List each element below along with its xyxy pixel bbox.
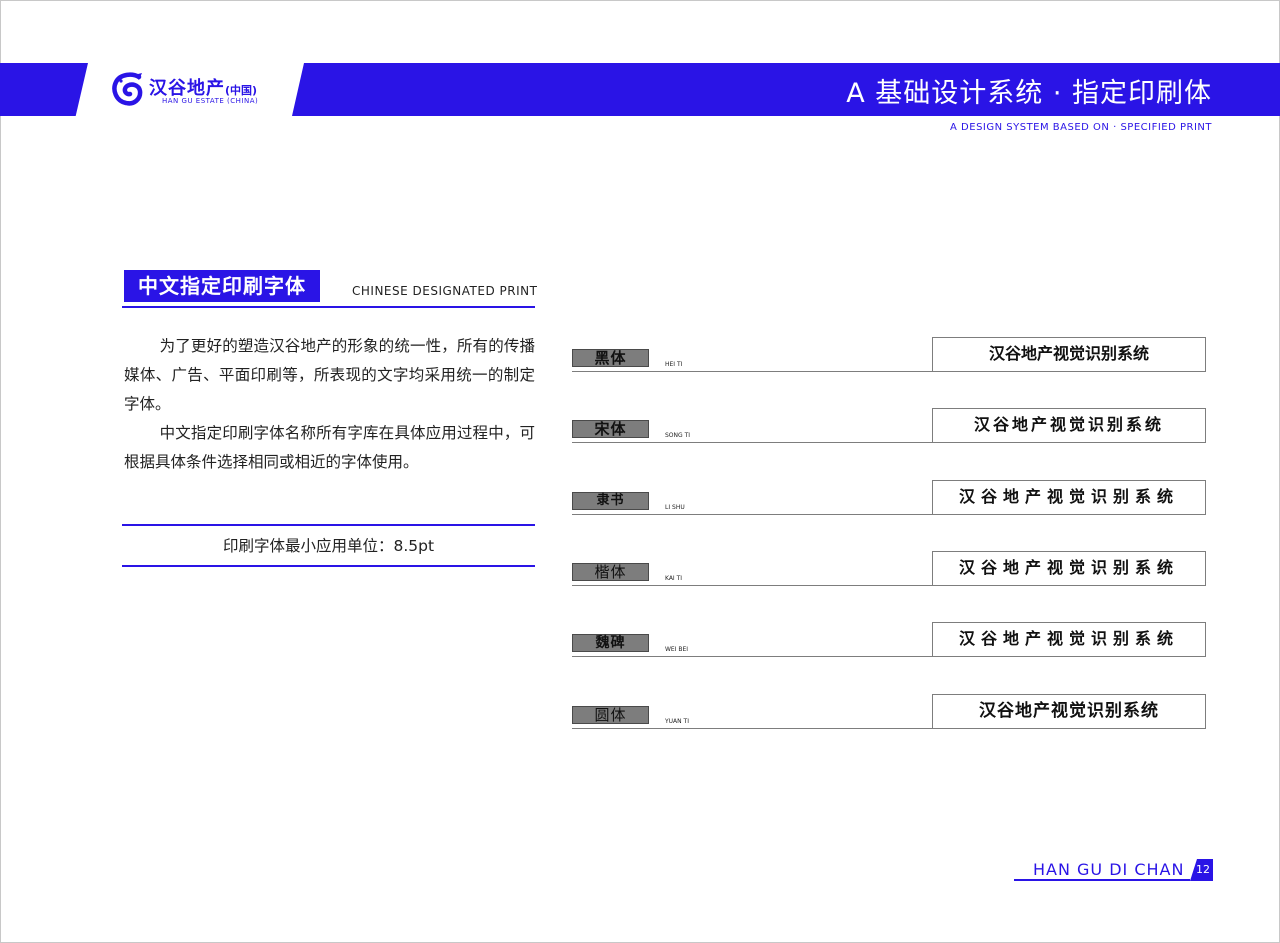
font-name-tag: 隶书 [572, 492, 649, 510]
font-sample: 汉谷地产视觉识别系统 [932, 480, 1206, 515]
body-text: 为了更好的塑造汉谷地产的形象的统一性，所有的传播媒体、广告、平面印刷等，所表现的… [124, 332, 535, 477]
footer-brand: HAN GU DI CHAN [1033, 860, 1185, 879]
font-name-en: KAI TI [665, 575, 683, 582]
font-row-heiti: 黑体 HEI TI 汉谷地产视觉识别系统 [572, 337, 1206, 373]
brand-name-cn-suffix: (中国) [225, 84, 258, 97]
font-sample: 汉谷地产视觉识别系统 [932, 408, 1206, 443]
brand-logo: 汉谷地产(中国) HAN GU ESTATE (CHINA) [112, 72, 292, 108]
min-unit-rule-top [122, 524, 535, 526]
section-label: 中文指定印刷字体 [124, 270, 320, 302]
font-name-tag: 圆体 [572, 706, 649, 724]
font-name-tag: 楷体 [572, 563, 649, 581]
font-name-tag: 宋体 [572, 420, 649, 438]
font-sample: 汉谷地产视觉识别系统 [932, 551, 1206, 586]
font-name-en: HEI TI [665, 361, 683, 368]
header-band-left [0, 63, 88, 116]
font-name-en: YUAN TI [665, 718, 689, 725]
dragon-logo-icon [112, 72, 143, 106]
font-row-yuanti: 圆体 YUAN TI 汉谷地产视觉识别系统 [572, 694, 1206, 730]
section-label-en: CHINESE DESIGNATED PRINT [352, 284, 538, 298]
font-name-tag: 魏碑 [572, 634, 649, 652]
section-divider [122, 306, 535, 308]
font-sample: 汉谷地产视觉识别系统 [932, 337, 1206, 372]
footer-rule [1014, 879, 1190, 881]
brand-name-en: HAN GU ESTATE (CHINA) [162, 97, 259, 105]
body-paragraph-1: 为了更好的塑造汉谷地产的形象的统一性，所有的传播媒体、广告、平面印刷等，所表现的… [124, 337, 535, 413]
body-paragraph-2: 中文指定印刷字体名称所有字库在具体应用过程中，可根据具体条件选择相同或相近的字体… [124, 424, 535, 471]
font-sample: 汉谷地产视觉识别系统 [932, 694, 1206, 729]
font-name-en: WEI BEI [665, 646, 689, 653]
font-name-en: SONG TI [665, 432, 691, 439]
font-row-lishu: 隶书 LI SHU 汉谷地产视觉识别系统 [572, 480, 1206, 516]
font-row-weibei: 魏碑 WEI BEI 汉谷地产视觉识别系统 [572, 622, 1206, 658]
font-row-kaiti: 楷体 KAI TI 汉谷地产视觉识别系统 [572, 551, 1206, 587]
min-unit-rule-bottom [122, 565, 535, 567]
page-title: A 基础设计系统 · 指定印刷体 [846, 78, 1212, 109]
font-sample: 汉谷地产视觉识别系统 [932, 622, 1206, 657]
page-subtitle: A DESIGN SYSTEM BASED ON · SPECIFIED PRI… [950, 122, 1212, 133]
font-name-en: LI SHU [665, 504, 685, 511]
min-unit-note: 印刷字体最小应用单位：8.5pt [222, 537, 435, 555]
font-row-songti: 宋体 SONG TI 汉谷地产视觉识别系统 [572, 408, 1206, 444]
font-name-tag: 黑体 [572, 349, 649, 367]
